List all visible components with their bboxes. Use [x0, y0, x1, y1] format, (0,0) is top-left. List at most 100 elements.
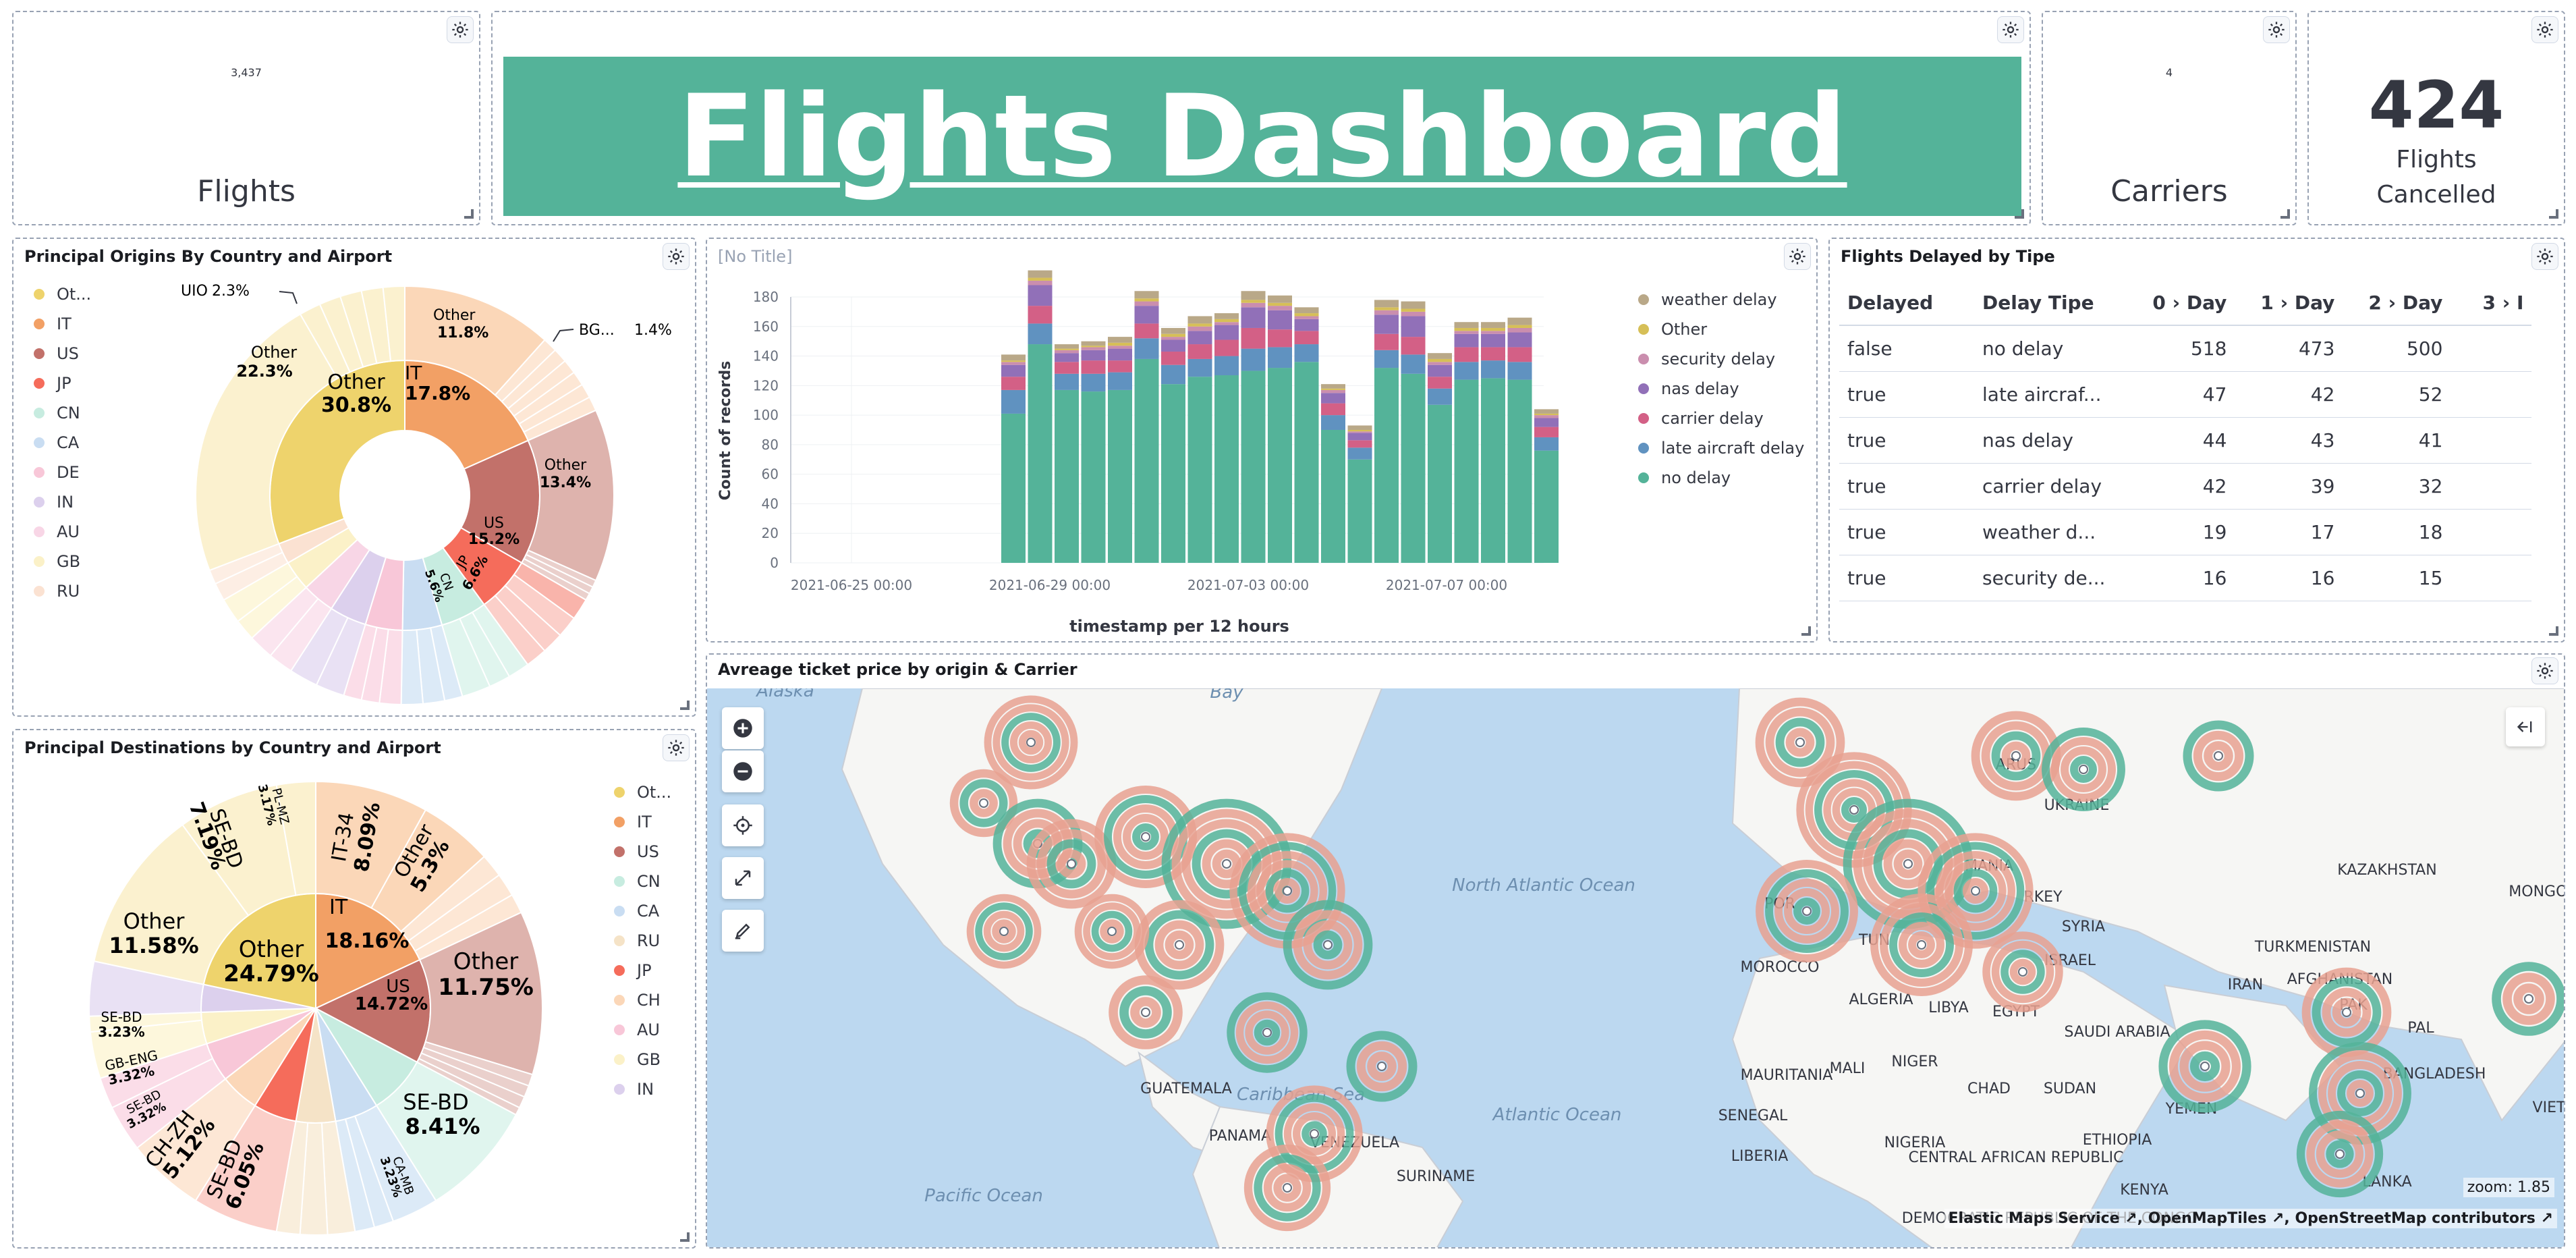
- bar-segment[interactable]: [1161, 351, 1185, 365]
- bar-segment[interactable]: [1507, 325, 1532, 328]
- bar-legend-item[interactable]: carrier delay: [1638, 404, 1804, 433]
- gear-icon[interactable]: [1784, 243, 1811, 270]
- bar-segment[interactable]: [1161, 339, 1185, 352]
- bar-segment[interactable]: [1028, 306, 1053, 324]
- bar-legend-item[interactable]: weather delay: [1638, 285, 1804, 314]
- price-marker-cluster[interactable]: [1227, 992, 1308, 1073]
- bar-segment[interactable]: [1481, 327, 1505, 331]
- bar-segment[interactable]: [1161, 327, 1185, 334]
- bar-segment[interactable]: [1134, 338, 1159, 359]
- bar-segment[interactable]: [1534, 415, 1559, 418]
- bar-segment[interactable]: [1161, 333, 1185, 337]
- bar-segment[interactable]: [1321, 430, 1345, 563]
- bar-segment[interactable]: [1241, 302, 1266, 308]
- gear-icon[interactable]: [2531, 16, 2558, 43]
- bar-segment[interactable]: [1161, 384, 1185, 563]
- bar-segment[interactable]: [1187, 326, 1212, 331]
- bar-segment[interactable]: [1081, 350, 1106, 361]
- bar-segment[interactable]: [1268, 310, 1292, 330]
- bar-segment[interactable]: [1507, 317, 1532, 325]
- price-marker-cluster[interactable]: [1109, 975, 1183, 1049]
- price-marker-cluster[interactable]: [966, 894, 1042, 969]
- bar-segment[interactable]: [1214, 325, 1239, 340]
- bar-segment[interactable]: [1214, 356, 1239, 376]
- bar-segment[interactable]: [1401, 311, 1426, 317]
- bar-segment[interactable]: [1454, 347, 1479, 362]
- bar-segment[interactable]: [1108, 337, 1132, 343]
- resize-handle[interactable]: [680, 701, 690, 710]
- bar-segment[interactable]: [1534, 418, 1559, 427]
- bar-segment[interactable]: [1001, 377, 1026, 390]
- bar-segment[interactable]: [1187, 344, 1212, 359]
- table-header-cell[interactable]: Delayed: [1839, 281, 1974, 326]
- bar-segment[interactable]: [1134, 323, 1159, 339]
- bar-segment[interactable]: [1374, 307, 1399, 310]
- bar-segment[interactable]: [1108, 372, 1132, 390]
- price-marker-cluster[interactable]: [2183, 720, 2254, 792]
- bar-segment[interactable]: [1108, 346, 1132, 349]
- zoom-out-button[interactable]: [722, 750, 764, 792]
- bar-segment[interactable]: [1321, 388, 1345, 390]
- bar-segment[interactable]: [1374, 333, 1399, 350]
- attribution-omt[interactable]: OpenMapTiles: [2148, 1210, 2267, 1227]
- bar-segment[interactable]: [1294, 362, 1319, 563]
- bar-segment[interactable]: [1534, 450, 1559, 563]
- bar-segment[interactable]: [1321, 403, 1345, 416]
- bar-segment[interactable]: [1081, 346, 1106, 348]
- bar-segment[interactable]: [1294, 307, 1319, 314]
- price-marker-cluster[interactable]: [2296, 1110, 2384, 1198]
- attribution-osm[interactable]: OpenStreetMap contributors: [2295, 1210, 2535, 1227]
- bar-segment[interactable]: [1001, 364, 1026, 377]
- bar-segment[interactable]: [1507, 379, 1532, 563]
- resize-handle[interactable]: [1801, 626, 1811, 636]
- bar-segment[interactable]: [1534, 437, 1559, 451]
- gear-icon[interactable]: [2531, 657, 2558, 684]
- bar-segment[interactable]: [1481, 322, 1505, 328]
- resize-handle[interactable]: [680, 1232, 690, 1242]
- price-marker-cluster[interactable]: [1283, 900, 1373, 990]
- price-marker-cluster[interactable]: [2492, 962, 2564, 1036]
- bar-segment[interactable]: [1134, 358, 1159, 563]
- bar-segment[interactable]: [1134, 291, 1159, 299]
- price-marker-cluster[interactable]: [1982, 931, 2063, 1012]
- price-marker-cluster[interactable]: [2042, 728, 2125, 811]
- resize-handle[interactable]: [464, 209, 474, 219]
- bar-segment[interactable]: [1534, 413, 1559, 416]
- resize-handle[interactable]: [2015, 209, 2024, 219]
- price-marker-cluster[interactable]: [2301, 967, 2392, 1058]
- bar-segment[interactable]: [1374, 314, 1399, 334]
- table-header-cell[interactable]: 2 › Day: [2343, 281, 2451, 326]
- bar-segment[interactable]: [1428, 358, 1452, 362]
- sunburst-outer-slice[interactable]: [527, 409, 615, 582]
- bar-segment[interactable]: [1108, 348, 1132, 361]
- bar-segment[interactable]: [1268, 347, 1292, 368]
- bar-segment[interactable]: [1001, 413, 1026, 563]
- bar-segment[interactable]: [1321, 389, 1345, 393]
- bar-segment[interactable]: [1001, 354, 1026, 361]
- bar-segment[interactable]: [1321, 393, 1345, 404]
- bar-segment[interactable]: [1454, 379, 1479, 563]
- bar-segment[interactable]: [1055, 389, 1079, 563]
- bar-segment[interactable]: [1028, 280, 1053, 285]
- bar-segment[interactable]: [1321, 415, 1345, 430]
- bar-segment[interactable]: [1268, 295, 1292, 303]
- bar-segment[interactable]: [1401, 301, 1426, 309]
- bar-segment[interactable]: [1428, 404, 1452, 563]
- bar-legend-item[interactable]: late aircraft delay: [1638, 433, 1804, 463]
- bar-segment[interactable]: [1055, 348, 1079, 350]
- fit-to-data-button[interactable]: [722, 804, 764, 846]
- bar-segment[interactable]: [1214, 319, 1239, 323]
- bar-segment[interactable]: [1134, 298, 1159, 302]
- bar-segment[interactable]: [1401, 354, 1426, 374]
- bar-segment[interactable]: [1001, 389, 1026, 414]
- bar-segment[interactable]: [1028, 270, 1053, 278]
- bar-segment[interactable]: [1081, 391, 1106, 563]
- bar-segment[interactable]: [1428, 364, 1452, 377]
- bar-segment[interactable]: [1187, 316, 1212, 324]
- bar-segment[interactable]: [1187, 331, 1212, 345]
- resize-handle[interactable]: [2549, 209, 2558, 219]
- bar-segment[interactable]: [1268, 302, 1292, 306]
- bar-segment[interactable]: [1454, 333, 1479, 348]
- bar-segment[interactable]: [1347, 431, 1372, 433]
- bar-segment[interactable]: [1214, 313, 1239, 319]
